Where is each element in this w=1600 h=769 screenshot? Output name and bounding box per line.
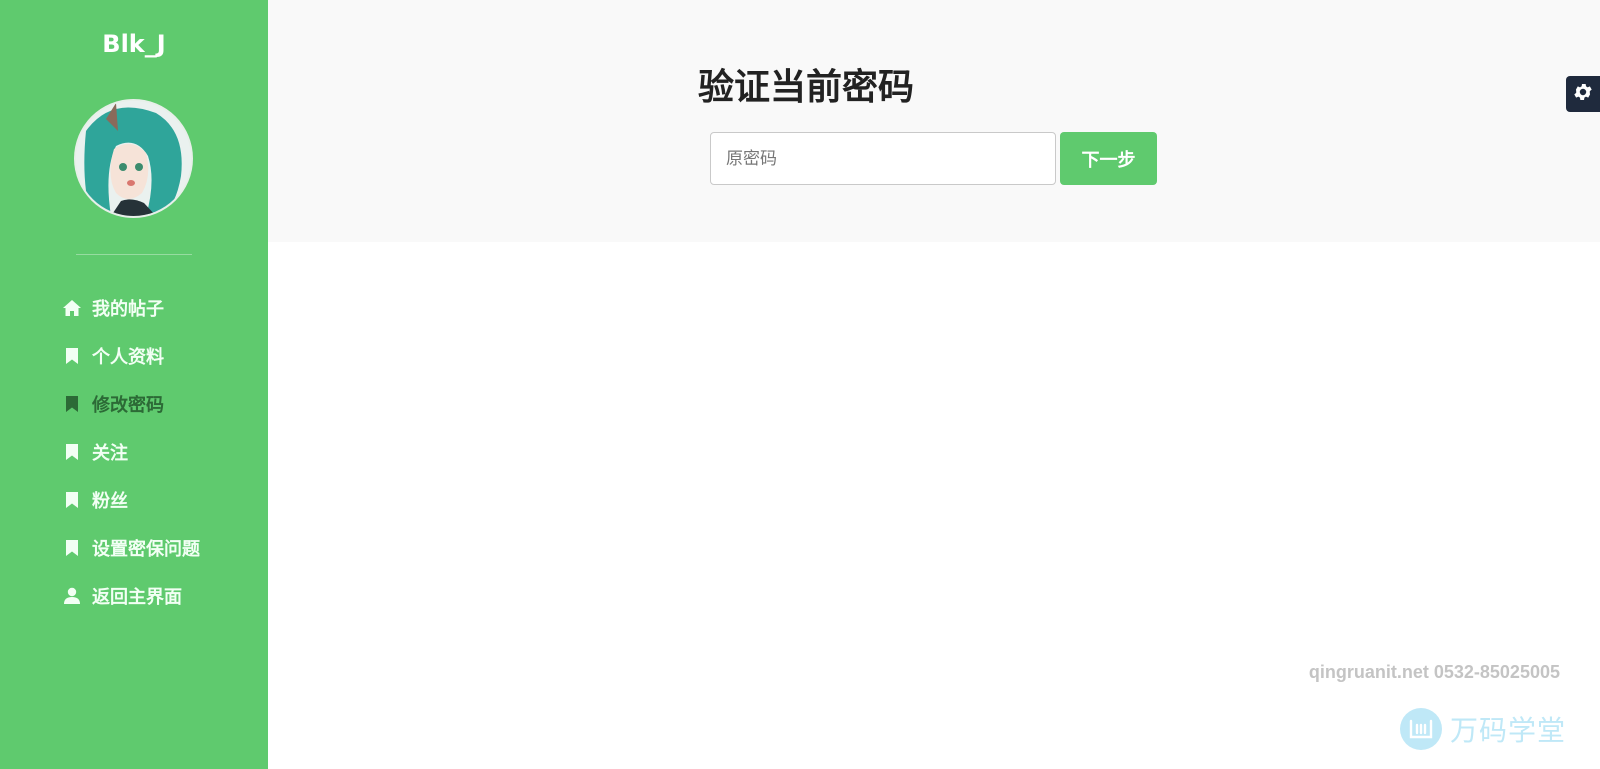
verify-password-panel: 验证当前密码 bbox=[268, 0, 1600, 242]
watermark-logo-text: 万码学堂 bbox=[1450, 714, 1567, 747]
sidebar: Blk_J 我的帖子 个人资料 修改密码 关注 粉丝 设置密保问题 返回主界面 bbox=[0, 0, 268, 769]
page-title: 验证当前密码 bbox=[697, 67, 914, 108]
watermark-logo: 万码学堂 bbox=[1400, 708, 1566, 750]
avatar[interactable] bbox=[76, 101, 191, 216]
sidebar-item-following[interactable]: 关注 bbox=[60, 428, 200, 476]
sidebar-nav: 我的帖子 个人资料 修改密码 关注 粉丝 设置密保问题 返回主界面 bbox=[60, 284, 200, 620]
sidebar-item-security-question[interactable]: 设置密保问题 bbox=[60, 524, 200, 572]
sidebar-item-label: 返回主界面 bbox=[92, 587, 182, 608]
home-icon bbox=[60, 298, 84, 318]
watermark-contact: qingruanit.net 0532-85025005 bbox=[1308, 662, 1560, 682]
sidebar-item-back-home[interactable]: 返回主界面 bbox=[60, 572, 200, 620]
sidebar-item-label: 修改密码 bbox=[92, 395, 164, 416]
gear-icon bbox=[1572, 81, 1594, 107]
bookmark-icon bbox=[60, 490, 84, 510]
user-icon bbox=[60, 586, 84, 606]
settings-button[interactable] bbox=[1566, 76, 1600, 112]
logo-icon bbox=[1400, 708, 1442, 750]
sidebar-item-followers[interactable]: 粉丝 bbox=[60, 476, 200, 524]
sidebar-item-change-password[interactable]: 修改密码 bbox=[60, 380, 200, 428]
bookmark-icon bbox=[60, 394, 84, 414]
bookmark-icon bbox=[60, 442, 84, 462]
next-button[interactable]: 下一步 bbox=[1060, 132, 1157, 185]
sidebar-divider bbox=[76, 254, 192, 255]
sidebar-item-my-posts[interactable]: 我的帖子 bbox=[60, 284, 200, 332]
username: Blk_J bbox=[102, 30, 166, 58]
sidebar-item-label: 设置密保问题 bbox=[92, 539, 200, 560]
sidebar-item-profile[interactable]: 个人资料 bbox=[60, 332, 200, 380]
sidebar-item-label: 个人资料 bbox=[92, 347, 164, 368]
sidebar-item-label: 关注 bbox=[92, 443, 128, 464]
bookmark-icon bbox=[60, 538, 84, 558]
current-password-input[interactable] bbox=[710, 132, 1056, 185]
bookmark-icon bbox=[60, 346, 84, 366]
sidebar-item-label: 粉丝 bbox=[92, 491, 128, 512]
sidebar-item-label: 我的帖子 bbox=[92, 299, 164, 320]
